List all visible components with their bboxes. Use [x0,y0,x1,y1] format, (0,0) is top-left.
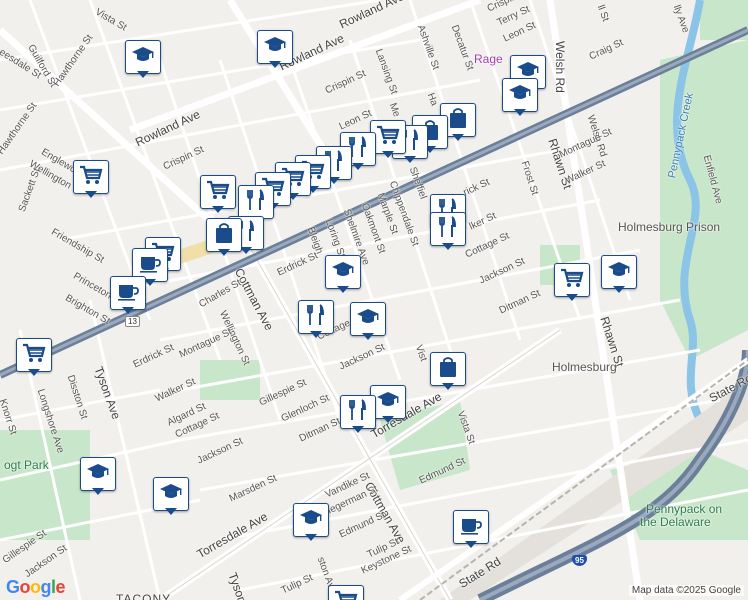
shopping-bag-icon [436,356,460,383]
school-icon [263,34,287,61]
school-icon [376,389,400,416]
park-label-vogt-park: ogt Park [4,458,49,472]
route-shield-13: 13 [125,316,140,327]
shopping-cart-icon [206,179,230,206]
shopping-cart-icon [334,589,358,600]
restaurant-icon [304,303,328,331]
coffee-icon [459,514,483,541]
poi-label-holmesburg-prison[interactable]: Holmesburg Prison [618,220,720,234]
school-icon [299,507,323,534]
map-marker[interactable] [298,300,334,338]
park-label-pennypack-delaware[interactable]: the Delaware [640,515,711,529]
neighborhood-label-tacony: TACONY [116,592,172,600]
map-canvas[interactable]: Rowland Ave Rowland Ave Rowland Ave Fran… [0,0,748,600]
restaurant-icon [346,398,370,426]
school-icon [508,82,532,109]
map-marker[interactable] [430,212,466,250]
map-marker[interactable] [350,302,386,340]
map-marker[interactable] [80,457,116,495]
coffee-icon [116,280,140,307]
map-marker[interactable] [340,395,376,433]
restaurant-icon [436,215,460,243]
map-marker[interactable] [153,477,189,515]
map-marker[interactable] [206,218,242,256]
google-logo: Google [6,577,66,597]
school-icon [131,44,155,71]
map-marker[interactable] [453,510,489,548]
school-icon [331,259,355,286]
map-marker[interactable] [16,338,52,376]
shopping-cart-icon [79,164,103,191]
restaurant-icon [244,188,268,216]
map-marker[interactable] [110,276,146,314]
map-marker[interactable] [601,255,637,293]
shopping-cart-icon [560,267,584,294]
shopping-bag-icon [446,107,470,134]
coffee-icon [138,252,162,279]
map-marker[interactable] [257,30,293,68]
school-icon [356,306,380,333]
school-icon [607,259,631,286]
map-attribution[interactable]: Map data ©2025 Google [628,585,744,596]
map-marker[interactable] [293,503,329,541]
school-icon [86,461,110,488]
poi-label-rage[interactable]: Rage [474,52,503,66]
shopping-cart-icon [22,342,46,369]
park-label-pennypack-delaware[interactable]: Pennypack on [646,502,722,516]
shopping-bag-icon [212,222,236,249]
map-marker[interactable] [200,175,236,213]
shopping-cart-icon [376,124,400,151]
road-label-welsh-rd: Welsh Rd [553,41,567,93]
map-marker[interactable] [502,78,538,116]
school-icon [159,481,183,508]
poi-label-holmesburg[interactable]: Holmesburg [552,360,617,374]
map-marker[interactable] [554,263,590,301]
map-marker[interactable] [73,160,109,198]
map-marker[interactable] [430,352,466,390]
map-marker[interactable] [328,585,364,600]
map-marker[interactable] [325,255,361,293]
map-marker[interactable] [125,40,161,78]
